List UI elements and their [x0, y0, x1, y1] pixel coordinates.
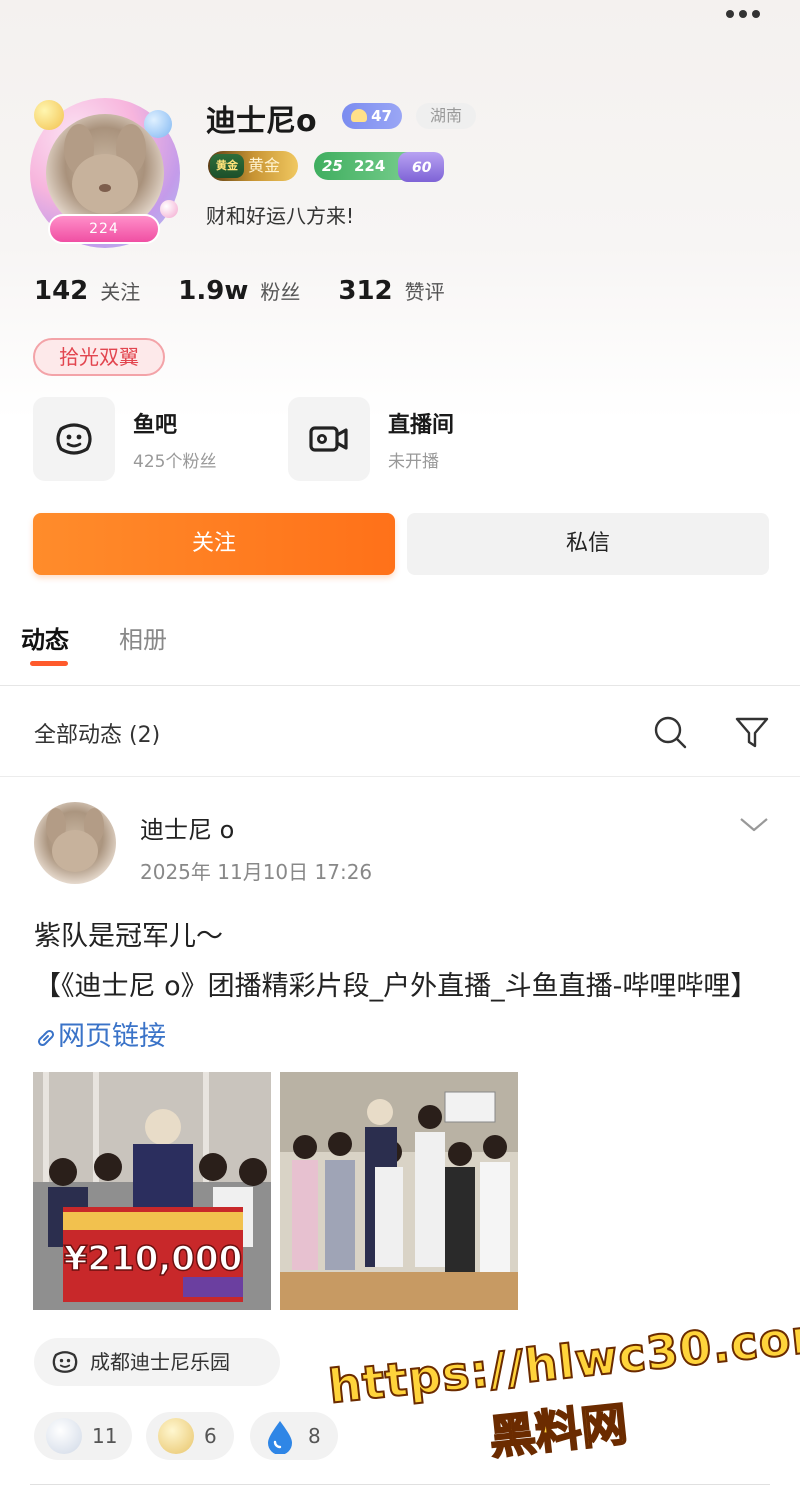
divider: [0, 776, 800, 777]
stat-number: 312: [338, 276, 393, 306]
profile-stats: 142 关注 1.9w 粉丝 312 赞评: [34, 276, 445, 306]
liveroom-status: 未开播: [388, 452, 439, 472]
chevron-down-icon[interactable]: [738, 812, 770, 836]
video-camera-icon: [288, 397, 370, 481]
tab-moments[interactable]: 动态: [21, 620, 69, 655]
fishbar-card[interactable]: 鱼吧 425个粉丝: [33, 397, 273, 481]
stat-number: 1.9w: [178, 276, 249, 306]
username: 迪士尼o: [206, 104, 317, 139]
post-author-name[interactable]: 迪士尼 o: [140, 810, 234, 845]
liveroom-card[interactable]: 直播间 未开播: [288, 397, 528, 481]
lollipop-decoration-icon: [34, 100, 64, 130]
avatar-level-pill: 224: [48, 214, 160, 244]
gold-rank-label: 黄金: [248, 156, 281, 175]
crown-badge-value: 60: [412, 160, 432, 176]
stat-label: 关注: [100, 280, 141, 304]
post-line-2: 【《迪士尼 o》团播精彩片段_户外直播_斗鱼直播-哔哩哔哩】 网页链接: [34, 962, 774, 1062]
fishbar-title: 鱼吧: [133, 413, 178, 438]
laughing-sticker-icon: [158, 1418, 194, 1454]
crown-badge-icon[interactable]: 60: [398, 148, 444, 184]
message-button[interactable]: 私信: [407, 513, 769, 575]
reaction-count: 8: [308, 1424, 321, 1448]
post-image-2[interactable]: [280, 1072, 518, 1310]
reaction-1[interactable]: 11: [34, 1412, 132, 1460]
more-options-icon[interactable]: [718, 2, 768, 26]
user-level-badge[interactable]: 47: [342, 103, 402, 129]
follow-button[interactable]: 关注: [33, 513, 395, 575]
heart-decoration-icon: [160, 200, 178, 218]
post-link-title: 【《迪士尼 o》团播精彩片段_户外直播_斗鱼直播-哔哩哔哩】: [34, 971, 758, 1002]
reaction-count: 6: [204, 1424, 217, 1448]
fans-club-level: 25: [322, 157, 343, 175]
search-icon[interactable]: [652, 714, 688, 750]
divider: [30, 1484, 770, 1485]
reaction-2[interactable]: 6: [146, 1412, 234, 1460]
gold-rank-badge[interactable]: 黄金 黄金: [208, 151, 298, 181]
stat-number: 142: [34, 276, 89, 306]
active-tab-indicator: [30, 661, 68, 666]
ghost-sticker-icon: [46, 1418, 82, 1454]
location-chip[interactable]: 成都迪士尼乐园: [34, 1338, 280, 1386]
user-bio: 财和好运八方来!: [206, 204, 355, 228]
feed-filter-label[interactable]: 全部动态 (2): [34, 717, 160, 749]
stat-following[interactable]: 142 关注: [34, 276, 140, 306]
fishbar-subtitle: 425个粉丝: [133, 452, 217, 472]
divider: [0, 685, 800, 686]
gold-rank-icon: 黄金: [210, 154, 244, 178]
fans-club-number: 224: [354, 157, 386, 175]
watermark-site-name: 黑料网: [486, 1396, 631, 1466]
post-image-1[interactable]: ¥210,000: [33, 1072, 271, 1310]
fishbar-icon: [52, 1351, 78, 1373]
web-link[interactable]: 网页链接: [34, 1021, 166, 1052]
stat-likes[interactable]: 312 赞评: [338, 276, 444, 306]
liveroom-title: 直播间: [388, 413, 455, 438]
post-body: 紫队是冠军儿～ 【《迪士尼 o》团播精彩片段_户外直播_斗鱼直播-哔哩哔哩】 网…: [34, 912, 774, 1062]
post-author-avatar[interactable]: [34, 802, 116, 884]
stat-label: 赞评: [404, 280, 445, 304]
web-link-label: 网页链接: [58, 1021, 166, 1052]
stat-fans[interactable]: 1.9w 粉丝: [178, 276, 300, 306]
link-icon: [37, 1029, 55, 1047]
post-timestamp: 2025年 11月10日 17:26: [140, 860, 373, 884]
location-chip-label: 成都迪士尼乐园: [90, 1350, 230, 1374]
honor-tag[interactable]: 拾光双翼: [33, 338, 165, 376]
fishbar-icon: [33, 397, 115, 481]
wing-icon: [351, 109, 367, 122]
post-line-1: 紫队是冠军儿～: [34, 921, 223, 952]
water-drop-icon: [262, 1418, 298, 1455]
filter-icon[interactable]: [734, 714, 770, 750]
reaction-3[interactable]: 8: [250, 1412, 338, 1460]
post-image-1-text: ¥210,000: [64, 1239, 243, 1279]
user-level-value: 47: [371, 107, 392, 125]
tab-album[interactable]: 相册: [119, 620, 167, 655]
location-badge: 湖南: [416, 103, 476, 129]
stat-label: 粉丝: [260, 280, 301, 304]
avatar[interactable]: 224: [24, 90, 186, 252]
reaction-count: 11: [92, 1424, 118, 1448]
